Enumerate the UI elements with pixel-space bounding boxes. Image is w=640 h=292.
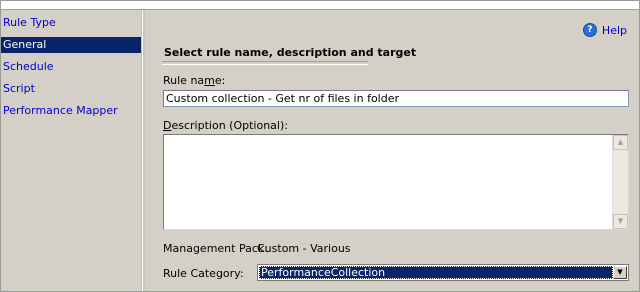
help-link[interactable]: ? Help [582, 23, 627, 37]
wizard-window: Rule Type General Schedule Script Perfor… [0, 0, 640, 292]
rule-name-input[interactable]: Custom collection - Get nr of files in f… [163, 90, 629, 107]
sidebar-item-performance-mapper[interactable]: Performance Mapper [1, 103, 141, 119]
sidebar-item-script[interactable]: Script [1, 81, 141, 97]
help-icon[interactable]: ? [582, 23, 597, 37]
rule-category-selected-value[interactable]: PerformanceCollection [259, 266, 613, 279]
rule-category-label: Rule Category: [163, 267, 244, 280]
description-label: Description (Optional): [163, 119, 288, 132]
chevron-down-icon[interactable]: ▼ [613, 266, 627, 279]
sidebar-item-general[interactable]: General [1, 37, 141, 53]
wizard-sidebar: Rule Type General Schedule Script Perfor… [1, 10, 142, 291]
section-divider [162, 61, 368, 65]
description-textarea[interactable]: ▲ ▼ [163, 134, 629, 230]
description-scrollbar[interactable]: ▲ ▼ [612, 135, 628, 229]
rule-name-label: Rule name: [163, 74, 226, 87]
management-pack-label: Management Pack: [163, 242, 268, 255]
rule-category-select[interactable]: PerformanceCollection ▼ [257, 264, 629, 281]
section-title: Select rule name, description and target [164, 46, 417, 59]
management-pack-value: Custom - Various [257, 242, 351, 255]
main-panel: ? Help Select rule name, description and… [145, 10, 639, 291]
help-label[interactable]: Help [602, 24, 627, 37]
sidebar-item-rule-type[interactable]: Rule Type [1, 15, 141, 31]
scroll-down-icon[interactable]: ▼ [613, 214, 628, 229]
sidebar-item-schedule[interactable]: Schedule [1, 59, 141, 75]
scroll-up-icon[interactable]: ▲ [613, 135, 628, 150]
top-strip [1, 1, 639, 10]
